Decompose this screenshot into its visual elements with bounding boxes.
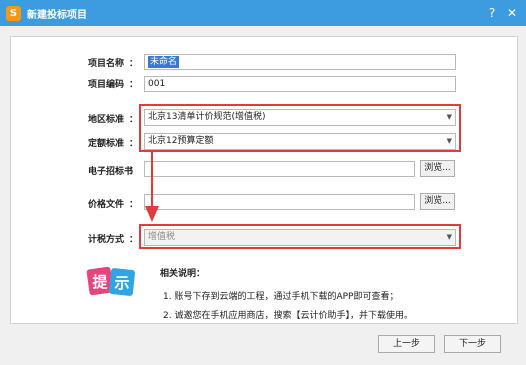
help-title: 相关说明： — [160, 269, 206, 279]
help-button[interactable]: ? — [484, 5, 500, 21]
price-file-browse-button[interactable]: 浏览... — [420, 193, 455, 210]
region-standard-label: 地区标准 — [88, 115, 125, 125]
project-name-label: 项目名称 — [88, 59, 125, 69]
highlight-box-standards — [139, 104, 461, 152]
tender-doc-label: 电子招标书 — [88, 167, 134, 177]
tax-method-label: 计税方式 — [88, 235, 125, 245]
project-code-colon: ： — [129, 80, 139, 90]
tender-doc-browse-button[interactable]: 浏览... — [420, 160, 455, 177]
tender-doc-input[interactable] — [144, 161, 415, 177]
annotation-arrow-icon — [145, 206, 159, 222]
region-standard-colon: ： — [129, 115, 139, 125]
close-button[interactable]: ✕ — [504, 5, 520, 21]
quota-standard-colon: ： — [129, 139, 139, 149]
project-code-input[interactable]: 001 — [144, 76, 456, 92]
window-title: 新建投标项目 — [27, 9, 87, 21]
tip-logo-char-2: 示 — [114, 274, 129, 292]
project-name-colon: ： — [129, 59, 139, 69]
project-name-input[interactable]: 未命名 — [144, 54, 456, 70]
quota-standard-label: 定额标准 — [88, 139, 125, 149]
price-file-label: 价格文件 — [88, 200, 125, 210]
help-line-2: 2. 诚邀您在手机应用商店，搜索【云计价助手】，并下载使用。 — [163, 311, 413, 321]
price-file-input[interactable] — [144, 194, 415, 210]
tax-method-colon: ： — [129, 235, 139, 245]
tip-logo-icon: 提 示 — [86, 266, 135, 296]
prev-step-button[interactable]: 上一步 — [378, 335, 435, 353]
highlight-box-tax — [139, 224, 461, 249]
price-file-colon: ： — [129, 200, 139, 210]
help-line-1: 1. 账号下存到云端的工程，通过手机下载的APP即可查看； — [163, 292, 399, 302]
annotation-arrow-line — [151, 152, 153, 210]
tip-logo-char-1: 提 — [92, 273, 108, 291]
project-name-value: 未命名 — [148, 56, 180, 68]
next-step-button[interactable]: 下一步 — [444, 335, 501, 353]
tender-doc-colon: ： — [129, 167, 139, 177]
app-logo-icon: S — [6, 5, 21, 21]
project-code-label: 项目编码 — [88, 80, 125, 90]
title-bar: S 新建投标项目 ? ✕ — [0, 0, 526, 26]
